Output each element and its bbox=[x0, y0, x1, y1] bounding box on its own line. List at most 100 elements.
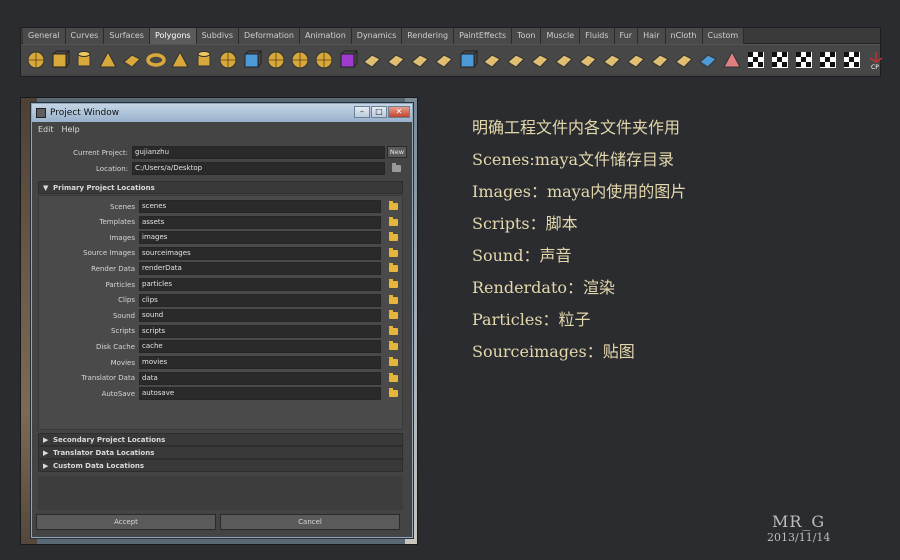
shelf-tab[interactable]: Curves bbox=[65, 28, 105, 44]
folder-icon[interactable] bbox=[389, 263, 398, 273]
secondary-locations-header[interactable]: ▶ Secondary Project Locations bbox=[38, 433, 403, 446]
smooth-icon[interactable] bbox=[313, 49, 334, 70]
checker-c-icon[interactable] bbox=[793, 49, 814, 70]
folder-icon[interactable] bbox=[389, 279, 398, 288]
checker-a-icon[interactable] bbox=[745, 49, 766, 70]
location-row-field[interactable]: images bbox=[139, 231, 381, 245]
menu-edit[interactable]: Edit bbox=[38, 125, 54, 134]
shelf-tab[interactable]: Fur bbox=[614, 28, 639, 44]
shelf-tab[interactable]: Toon bbox=[512, 28, 542, 44]
cylindrical-map-icon[interactable] bbox=[721, 49, 742, 70]
merge-icon[interactable] bbox=[553, 49, 574, 70]
location-row-field[interactable]: renderData bbox=[139, 262, 381, 276]
uv-editor-icon[interactable] bbox=[841, 49, 862, 70]
location-row-label: Scenes bbox=[110, 202, 135, 211]
shelf-tab[interactable]: General bbox=[23, 28, 66, 44]
extrude-icon[interactable] bbox=[457, 49, 478, 70]
location-field[interactable]: C:/Users/a/Desktop bbox=[132, 162, 385, 175]
close-icon[interactable]: ✕ bbox=[388, 106, 410, 118]
soft-cube-icon[interactable] bbox=[337, 49, 358, 70]
fill-hole-icon[interactable] bbox=[433, 49, 454, 70]
expanded-arrow-icon: ▼ bbox=[43, 183, 49, 192]
primary-locations-header[interactable]: ▼ Primary Project Locations bbox=[38, 181, 403, 194]
cylinder-icon[interactable] bbox=[73, 49, 94, 70]
new-project-button[interactable]: New bbox=[387, 146, 407, 158]
cone-icon[interactable] bbox=[97, 49, 118, 70]
shelf-tab[interactable]: Deformation bbox=[239, 28, 300, 44]
location-row-field[interactable]: sound bbox=[139, 309, 381, 323]
location-row-field[interactable]: data bbox=[139, 371, 381, 385]
location-row-field[interactable]: sourceimages bbox=[139, 246, 381, 260]
shelf-tab[interactable]: Surfaces bbox=[104, 28, 150, 44]
pyramid-icon[interactable] bbox=[169, 49, 190, 70]
location-row-field[interactable]: assets bbox=[139, 215, 381, 229]
shelf-tab[interactable]: Rendering bbox=[402, 28, 455, 44]
offset-loop-icon[interactable] bbox=[529, 49, 550, 70]
plane-icon[interactable] bbox=[121, 49, 142, 70]
location-row-field[interactable]: autosave bbox=[139, 387, 381, 401]
shelf-tab[interactable]: Fluids bbox=[580, 28, 615, 44]
shelf-tab[interactable]: Polygons bbox=[149, 28, 197, 44]
location-row-field[interactable]: movies bbox=[139, 356, 381, 369]
separate-icon[interactable] bbox=[265, 49, 286, 70]
shelf-tab[interactable]: Dynamics bbox=[351, 28, 403, 44]
insert-loop-icon[interactable] bbox=[505, 49, 526, 70]
location-row-label: Source Images bbox=[83, 249, 135, 258]
maximize-icon[interactable]: □ bbox=[371, 106, 387, 118]
folder-icon[interactable] bbox=[389, 216, 398, 226]
minimize-icon[interactable]: – bbox=[354, 106, 370, 118]
shelf-tab[interactable]: Muscle bbox=[541, 28, 581, 44]
folder-icon[interactable] bbox=[389, 310, 398, 320]
location-row-field[interactable]: cache bbox=[139, 340, 381, 354]
folder-icon[interactable] bbox=[389, 247, 398, 257]
reduce-icon[interactable] bbox=[649, 49, 670, 70]
collapse-icon[interactable] bbox=[577, 49, 598, 70]
shelf-tab[interactable]: Subdivs bbox=[196, 28, 240, 44]
bevel-icon[interactable] bbox=[361, 49, 382, 70]
checker-b-icon[interactable] bbox=[769, 49, 790, 70]
translator-locations-header[interactable]: ▶ Translator Data Locations bbox=[38, 446, 403, 459]
folder-icon[interactable] bbox=[389, 294, 398, 304]
location-row-field[interactable]: scenes bbox=[139, 200, 381, 213]
primary-locations-list: Scenes scenes Templates assets Images images S… bbox=[38, 195, 403, 430]
torus-icon[interactable] bbox=[145, 49, 166, 70]
location-row: Translator Data data bbox=[39, 371, 398, 385]
location-row-field[interactable]: clips bbox=[139, 293, 381, 307]
menu-help[interactable]: Help bbox=[62, 125, 80, 134]
folder-icon[interactable] bbox=[389, 201, 398, 210]
cube-icon[interactable] bbox=[49, 49, 70, 70]
shelf-tab[interactable]: Custom bbox=[702, 28, 745, 44]
cancel-button[interactable]: Cancel bbox=[220, 514, 400, 530]
folder-icon[interactable] bbox=[389, 372, 398, 382]
mirror-icon[interactable] bbox=[673, 49, 694, 70]
pipe-icon[interactable] bbox=[193, 49, 214, 70]
split-icon[interactable] bbox=[481, 49, 502, 70]
accept-button[interactable]: Accept bbox=[36, 514, 216, 530]
current-project-field[interactable]: gujianzhu bbox=[132, 146, 385, 159]
wedge-icon[interactable] bbox=[601, 49, 622, 70]
location-row-field[interactable]: scripts bbox=[139, 324, 381, 338]
shelf-tab[interactable]: Hair bbox=[638, 28, 666, 44]
sphere-icon[interactable] bbox=[25, 49, 46, 70]
append-icon[interactable] bbox=[409, 49, 430, 70]
custom-locations-header[interactable]: ▶ Custom Data Locations bbox=[38, 459, 403, 472]
folder-icon[interactable] bbox=[389, 325, 398, 335]
window-titlebar[interactable]: Project Window – □ ✕ bbox=[32, 104, 412, 122]
combine-icon[interactable] bbox=[241, 49, 262, 70]
extract-icon[interactable] bbox=[289, 49, 310, 70]
shelf-tab[interactable]: PaintEffects bbox=[454, 28, 513, 44]
checker-d-icon[interactable] bbox=[817, 49, 838, 70]
poke-icon[interactable] bbox=[625, 49, 646, 70]
folder-icon[interactable] bbox=[389, 388, 398, 398]
folder-icon[interactable] bbox=[392, 163, 401, 172]
folder-icon[interactable] bbox=[389, 341, 398, 351]
shelf-tab[interactable]: nCloth bbox=[665, 28, 703, 44]
shelf-tab[interactable]: Animation bbox=[299, 28, 352, 44]
location-row-field[interactable]: particles bbox=[139, 278, 381, 291]
folder-icon[interactable] bbox=[389, 232, 398, 242]
center-pivot-icon[interactable]: CP bbox=[865, 49, 886, 70]
soccer-ball-icon[interactable] bbox=[217, 49, 238, 70]
bridge-icon[interactable] bbox=[385, 49, 406, 70]
folder-icon[interactable] bbox=[389, 357, 398, 366]
planar-map-icon[interactable] bbox=[697, 49, 718, 70]
